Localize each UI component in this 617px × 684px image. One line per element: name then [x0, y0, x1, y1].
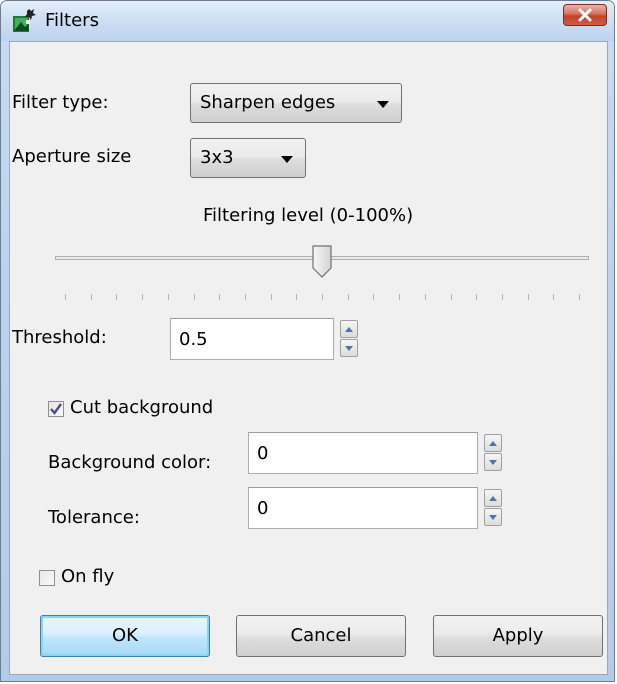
tolerance-field[interactable]	[248, 487, 478, 529]
filtering-level-slider-thumb[interactable]	[311, 245, 333, 278]
slider-tick	[322, 294, 323, 300]
filter-type-label: Filter type:	[12, 92, 109, 113]
slider-tick	[476, 294, 477, 300]
slider-tick	[399, 294, 400, 300]
background-color-label: Background color:	[48, 452, 212, 473]
filter-type-dropdown[interactable]: Sharpen edges	[190, 83, 402, 123]
background-color-field[interactable]	[248, 432, 478, 474]
filtering-level-label: Filtering level (0-100%)	[203, 205, 414, 226]
slider-tick	[219, 294, 220, 300]
aperture-size-value: 3x3	[200, 147, 234, 168]
slider-tick	[194, 294, 195, 300]
tolerance-spinner[interactable]	[484, 489, 502, 527]
filter-app-icon	[13, 9, 36, 32]
slider-tick	[91, 294, 92, 300]
threshold-label: Threshold:	[12, 327, 107, 348]
chevron-down-icon	[281, 156, 293, 163]
filter-type-value: Sharpen edges	[200, 92, 336, 113]
background-color-spinner[interactable]	[484, 434, 502, 472]
aperture-size-label: Aperture size	[12, 146, 132, 167]
ok-button[interactable]: OK	[40, 615, 210, 657]
on-fly-label: On fly	[61, 566, 115, 587]
threshold-decrement-button[interactable]	[340, 339, 358, 357]
slider-tick	[425, 294, 426, 300]
cut-background-checkbox[interactable]	[48, 401, 64, 417]
threshold-input[interactable]	[171, 319, 333, 359]
threshold-spinner[interactable]	[340, 320, 358, 358]
background-color-decrement-button[interactable]	[484, 453, 502, 471]
dialog-client-area: Filter type: Sharpen edges Aperture size…	[9, 41, 608, 675]
tolerance-label: Tolerance:	[48, 507, 140, 528]
threshold-field[interactable]	[170, 318, 334, 360]
slider-tick	[65, 294, 66, 300]
close-icon	[578, 8, 592, 22]
slider-ticks	[55, 294, 589, 300]
cut-background-label: Cut background	[70, 397, 214, 418]
slider-tick	[451, 294, 452, 300]
aperture-size-dropdown[interactable]: 3x3	[190, 138, 306, 178]
background-color-increment-button[interactable]	[484, 434, 502, 452]
slider-tick	[168, 294, 169, 300]
slider-tick	[116, 294, 117, 300]
slider-tick	[296, 294, 297, 300]
slider-tick	[502, 294, 503, 300]
filters-dialog: Filters Filter type: Sharpen edges Apert…	[0, 0, 615, 682]
threshold-increment-button[interactable]	[340, 320, 358, 338]
tolerance-increment-button[interactable]	[484, 489, 502, 507]
close-button[interactable]	[563, 4, 607, 26]
title-bar[interactable]: Filters	[1, 1, 614, 41]
on-fly-checkbox[interactable]	[39, 570, 55, 586]
slider-tick	[579, 294, 580, 300]
chevron-down-icon	[377, 101, 389, 108]
slider-tick	[373, 294, 374, 300]
background-color-input[interactable]	[249, 433, 477, 473]
checkmark-icon	[50, 403, 62, 415]
cancel-button[interactable]: Cancel	[236, 615, 406, 657]
slider-tick	[245, 294, 246, 300]
slider-tick	[271, 294, 272, 300]
tolerance-decrement-button[interactable]	[484, 508, 502, 526]
slider-tick	[553, 294, 554, 300]
tolerance-input[interactable]	[249, 488, 477, 528]
slider-tick	[348, 294, 349, 300]
slider-tick	[142, 294, 143, 300]
slider-tick	[528, 294, 529, 300]
window-title: Filters	[45, 10, 99, 31]
apply-button[interactable]: Apply	[433, 615, 603, 657]
